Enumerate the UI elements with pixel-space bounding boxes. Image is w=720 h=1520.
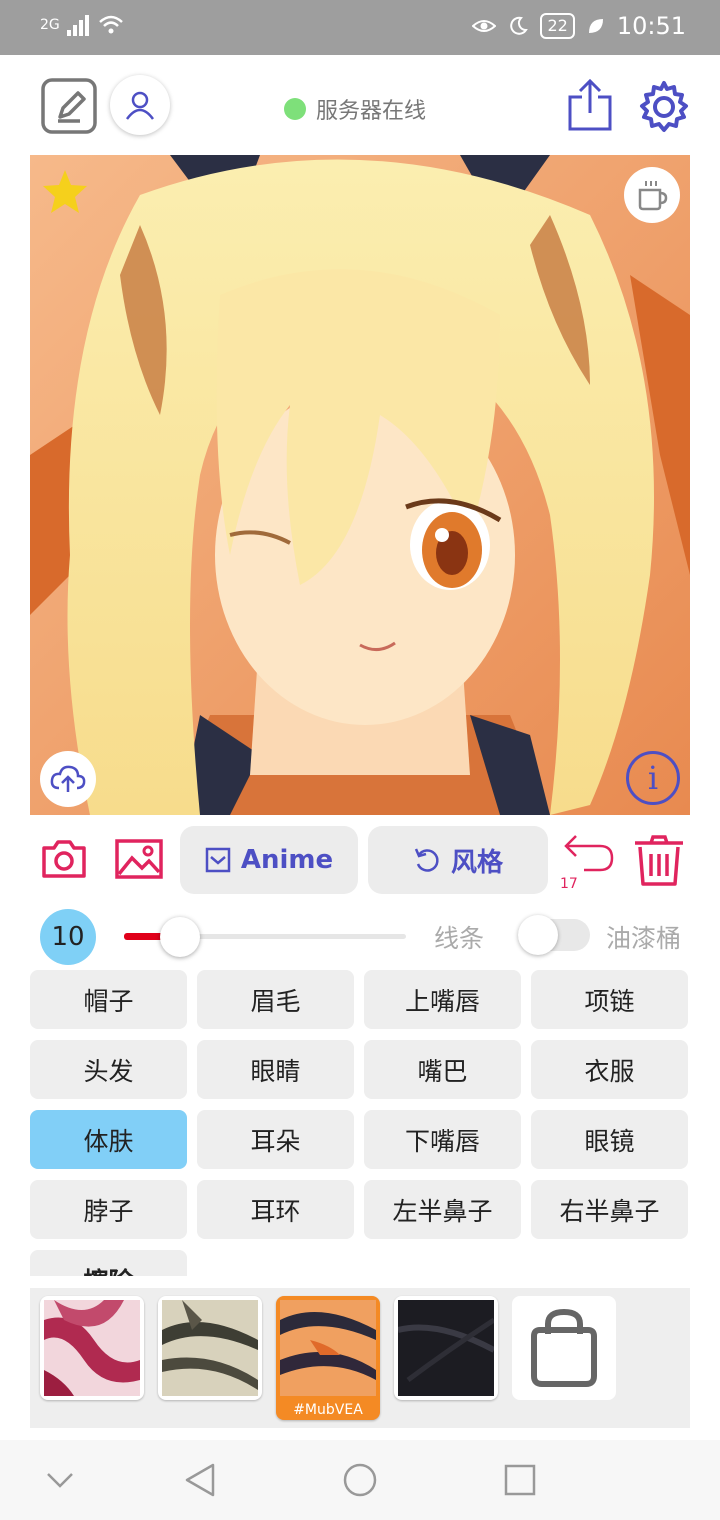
brush-size-slider[interactable] <box>124 917 406 957</box>
coffee-button[interactable] <box>624 167 680 223</box>
part-chip-left-nose[interactable]: 左半鼻子 <box>364 1180 521 1239</box>
system-navigation-bar <box>0 1440 720 1520</box>
cloud-upload-icon <box>50 765 86 792</box>
gear-icon <box>640 81 688 132</box>
edit-icon <box>41 78 97 134</box>
user-icon <box>125 91 155 120</box>
nav-back-button[interactable] <box>182 1462 218 1498</box>
drawing-canvas[interactable]: i <box>30 155 690 815</box>
status-right: 22 10:51 <box>472 12 686 40</box>
chevron-down-icon <box>47 1473 73 1488</box>
checkbox-icon <box>205 847 231 873</box>
part-chip-lower-lip[interactable]: 下嘴唇 <box>364 1110 521 1169</box>
server-status-text: 服务器在线 <box>316 99 427 124</box>
store-button[interactable] <box>512 1296 616 1400</box>
part-chip-erase[interactable]: 擦除 <box>30 1250 187 1276</box>
clock: 10:51 <box>616 12 686 40</box>
recents-square-icon <box>504 1464 536 1496</box>
undo-button[interactable]: 17 <box>558 832 616 892</box>
gallery-button[interactable] <box>114 838 164 880</box>
status-bar: 2G 22 10:51 <box>0 0 720 55</box>
line-label: 线条 <box>434 924 485 953</box>
style-button[interactable]: 风格 <box>368 826 548 894</box>
anime-portrait-image <box>30 155 690 815</box>
info-icon: i <box>647 759 659 797</box>
share-icon <box>568 78 612 131</box>
coffee-cup-icon <box>638 181 668 211</box>
part-chip-eyebrows[interactable]: 眉毛 <box>197 970 354 1029</box>
part-chip-necklace[interactable]: 项链 <box>531 970 688 1029</box>
moon-icon <box>510 16 529 35</box>
upload-cloud-button[interactable] <box>40 751 96 807</box>
nav-home-button[interactable] <box>342 1462 378 1498</box>
toggle-knob <box>518 915 558 955</box>
gray-texture-image <box>162 1300 258 1396</box>
part-chip-skin[interactable]: 体肤 <box>30 1110 187 1169</box>
nav-collapse-button[interactable] <box>44 1466 76 1494</box>
texture-swatch-bar: #MubVEA <box>30 1288 690 1428</box>
tool-row: Anime 风格 17 <box>0 820 720 902</box>
favorite-button[interactable] <box>40 167 90 217</box>
anime-mode-button[interactable]: Anime <box>180 826 358 894</box>
home-circle-icon <box>343 1463 377 1497</box>
part-chip-clothes[interactable]: 衣服 <box>531 1040 688 1099</box>
shopping-bag-icon <box>531 1308 597 1387</box>
swatch-pink-texture[interactable] <box>40 1296 144 1400</box>
paint-bucket-toggle[interactable] <box>518 915 592 955</box>
info-button[interactable]: i <box>626 751 680 805</box>
dark-texture-image <box>398 1300 494 1396</box>
share-button[interactable] <box>566 77 614 133</box>
brush-size-badge: 10 <box>40 909 96 965</box>
undo-icon <box>564 835 614 872</box>
network-type: 2G <box>40 17 60 33</box>
undo-count: 17 <box>560 876 578 892</box>
back-triangle-icon <box>185 1463 215 1497</box>
battery-level: 22 <box>540 13 575 39</box>
swatch-orange-texture-selected[interactable]: #MubVEA <box>276 1296 380 1420</box>
server-status: 服务器在线 <box>284 93 426 125</box>
swatch-gray-texture[interactable] <box>158 1296 262 1400</box>
nav-recents-button[interactable] <box>502 1462 538 1498</box>
settings-button[interactable] <box>636 79 692 135</box>
part-chip-neck[interactable]: 脖子 <box>30 1180 187 1239</box>
status-left: 2G <box>40 14 124 36</box>
part-chip-hair[interactable]: 头发 <box>30 1040 187 1099</box>
part-chip-earrings[interactable]: 耳环 <box>197 1180 354 1239</box>
orange-texture-image <box>280 1300 376 1396</box>
part-chip-right-nose[interactable]: 右半鼻子 <box>531 1180 688 1239</box>
camera-button[interactable] <box>40 838 88 880</box>
eye-icon <box>472 20 497 32</box>
part-chip-ears[interactable]: 耳朵 <box>197 1110 354 1169</box>
top-bar: 服务器在线 <box>0 55 720 155</box>
part-chip-glasses[interactable]: 眼镜 <box>531 1110 688 1169</box>
edit-button[interactable] <box>40 77 98 135</box>
leaf-icon <box>588 19 603 33</box>
server-status-dot <box>284 98 306 120</box>
delete-button[interactable] <box>632 834 686 888</box>
slider-thumb[interactable] <box>160 917 201 957</box>
signal-icon <box>66 15 89 36</box>
trash-icon <box>635 835 683 886</box>
part-chip-mouth[interactable]: 嘴巴 <box>364 1040 521 1099</box>
image-icon <box>115 839 163 879</box>
selected-swatch-label: #MubVEA <box>293 1402 363 1418</box>
part-chip-upper-lip[interactable]: 上嘴唇 <box>364 970 521 1029</box>
paint-bucket-label: 油漆桶 <box>606 924 682 953</box>
camera-icon <box>42 840 86 878</box>
swatch-dark-texture[interactable] <box>394 1296 498 1400</box>
star-icon <box>43 170 87 213</box>
wifi-icon <box>98 15 123 34</box>
style-label: 风格 <box>450 847 503 878</box>
user-button[interactable] <box>110 75 170 135</box>
part-selector-grid: 帽子 眉毛 上嘴唇 项链 头发 眼睛 嘴巴 衣服 体肤 耳朵 下嘴唇 眼镜 脖子… <box>30 970 690 1276</box>
brush-controls: 10 线条 油漆桶 <box>0 905 720 965</box>
pink-texture-image <box>44 1300 140 1396</box>
anime-mode-label: Anime <box>240 845 334 875</box>
part-chip-hat[interactable]: 帽子 <box>30 970 187 1029</box>
part-chip-eyes[interactable]: 眼睛 <box>197 1040 354 1099</box>
refresh-icon <box>414 848 439 872</box>
